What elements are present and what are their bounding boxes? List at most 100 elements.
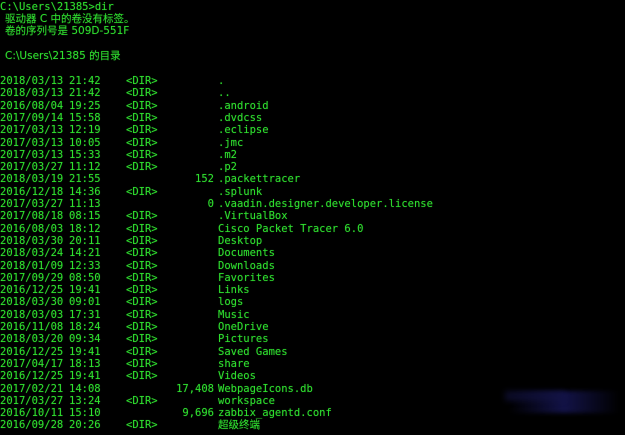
entry-name: Documents [218, 247, 275, 260]
entry-date: 2018/01/09 [0, 259, 64, 272]
entry-time: 10:05 [69, 136, 101, 149]
entry-name: . [218, 75, 225, 87]
directory-header: C:\Users\21385 的目录 [5, 50, 121, 62]
entry-date: 2018/03/03 [0, 308, 64, 321]
entry-time: 18:13 [69, 357, 101, 370]
entry-size-cell [154, 223, 214, 235]
entry-date: 2018/03/30 [0, 234, 64, 247]
entry-size-cell [154, 210, 214, 222]
entry-size: 9,696 [182, 407, 214, 420]
entry-name: workspace [218, 394, 275, 407]
entry-name: Saved Games [218, 345, 288, 358]
entry-time: 19:41 [69, 345, 101, 358]
entry-dir-flag: <DIR> [126, 136, 158, 149]
entry-dir-flag: <DIR> [126, 284, 158, 297]
listing-row: 2018/03/13 21:42 <DIR>.. [0, 87, 625, 99]
entry-time: 18:24 [69, 321, 101, 333]
command-prompt-window[interactable]: C:\Users\21385>dir 驱动器 C 中的卷没有标签。 卷的序列号是… [0, 0, 625, 435]
entry-date: 2018/03/19 [0, 173, 64, 186]
listing-row: 2016/12/25 19:41 <DIR> Links [0, 284, 625, 296]
entry-size-cell [154, 247, 214, 259]
listing-row: 2018/03/03 17:31 <DIR> Music [0, 309, 625, 321]
prompt-line: C:\Users\21385>dir [0, 1, 114, 13]
listing-row: 2016/12/25 19:41 <DIR> Saved Games [0, 346, 625, 358]
entry-name: .. [218, 87, 231, 100]
entry-name: .android [218, 99, 269, 112]
entry-time: 21:42 [69, 87, 101, 100]
entry-date: 2018/03/13 [0, 75, 64, 87]
entry-dir-flag: <DIR> [126, 419, 158, 432]
entry-name: .dvdcss [218, 111, 263, 124]
listing-row: 2016/08/04 19:25 <DIR> .android [0, 100, 625, 112]
entry-time: 15:33 [69, 148, 101, 161]
entry-time: 08:15 [69, 210, 101, 223]
entry-size-cell: 17,408 [154, 383, 214, 395]
watermark-blur-secondary [505, 391, 565, 401]
entry-name: Pictures [218, 333, 269, 346]
entry-name: Desktop [218, 234, 263, 247]
entry-date: 2016/12/18 [0, 185, 64, 198]
listing-row: 2016/11/08 18:24 <DIR> OneDrive [0, 321, 625, 333]
entry-size-cell [154, 100, 214, 112]
entry-dir-flag: <DIR> [126, 75, 158, 87]
entry-dir-flag: <DIR> [126, 357, 158, 370]
entry-size-cell [154, 161, 214, 173]
entry-dir-flag: <DIR> [126, 99, 158, 112]
listing-row: 2018/03/19 21:55 152 .packettracer [0, 173, 625, 185]
entry-time: 12:19 [69, 124, 101, 137]
entry-date: 2016/12/25 [0, 284, 64, 297]
entry-time: 19:25 [69, 99, 101, 112]
entry-name: zabbix_agentd.conf [218, 407, 332, 420]
entry-size-cell [154, 358, 214, 370]
entry-time: 14:36 [69, 185, 101, 198]
entry-dir-flag: <DIR> [126, 308, 158, 321]
entry-name: WebpageIcons.db [218, 382, 313, 395]
entry-time: 09:34 [69, 333, 101, 346]
entry-date: 2017/09/14 [0, 111, 64, 124]
listing-row: 2018/03/30 20:11 <DIR> Desktop [0, 235, 625, 247]
entry-dir-flag: <DIR> [126, 111, 158, 124]
entry-time: 20:26 [69, 419, 101, 432]
entry-name: .splunk [218, 185, 263, 198]
entry-dir-flag: <DIR> [126, 370, 158, 383]
listing-row: 2016/08/03 18:12 <DIR> Cisco Packet Tracer … [0, 223, 625, 235]
entry-dir-flag: <DIR> [126, 87, 158, 100]
entry-date: 2016/12/25 [0, 370, 64, 383]
entry-size-cell [154, 124, 214, 136]
entry-name: share [218, 357, 250, 370]
listing-row: 2016/12/25 19:41 <DIR> Videos [0, 370, 625, 382]
entry-size-cell [154, 296, 214, 308]
listing-row: 2018/03/13 21:42 <DIR>. [0, 75, 625, 87]
entry-name: .VirtualBox [218, 210, 288, 223]
entry-dir-flag: <DIR> [126, 148, 158, 161]
entry-time: 21:55 [69, 173, 101, 186]
entry-time: 15:10 [69, 407, 101, 420]
entry-date: 2016/11/08 [0, 321, 64, 333]
entry-size-cell [154, 112, 214, 124]
listing-row: 2018/03/24 14:21 <DIR> Documents [0, 247, 625, 259]
entry-name: OneDrive [218, 321, 269, 333]
entry-size: 0 [207, 198, 214, 210]
entry-size-cell [154, 321, 214, 333]
listing-row: 2016/12/18 14:36 <DIR> .splunk [0, 186, 625, 198]
entry-name: Cisco Packet Tracer 6.0 [218, 222, 364, 235]
entry-time: 12:33 [69, 259, 101, 272]
entry-date: 2017/02/21 [0, 382, 64, 395]
entry-date: 2017/03/13 [0, 148, 64, 161]
entry-size-cell [154, 87, 214, 99]
entry-date: 2017/08/18 [0, 210, 64, 223]
entry-name: Music [218, 308, 250, 321]
entry-time: 15:58 [69, 111, 101, 124]
entry-dir-flag: <DIR> [126, 247, 158, 260]
listing-row: 2017/08/18 08:15 <DIR> .VirtualBox [0, 210, 625, 222]
entry-time: 20:11 [69, 234, 101, 247]
entry-date: 2017/03/13 [0, 136, 64, 149]
entry-name: .jmc [218, 136, 244, 149]
entry-size-cell [154, 149, 214, 161]
entry-size-cell [154, 309, 214, 321]
entry-size-cell [154, 137, 214, 149]
entry-dir-flag: <DIR> [126, 124, 158, 137]
entry-name: Videos [218, 370, 256, 383]
listing-row: 2017/09/14 15:58 <DIR> .dvdcss [0, 112, 625, 124]
entry-dir-flag: <DIR> [126, 271, 158, 284]
